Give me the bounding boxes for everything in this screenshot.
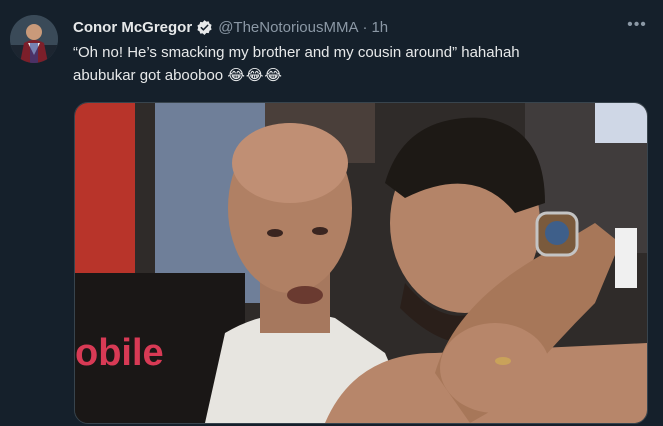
tweet-text-line-2: abubukar got abooboo 😂😂😂 (73, 64, 643, 87)
tweet-text-line-1: “Oh no! He’s smacking my brother and my … (73, 44, 520, 61)
verified-badge-icon (196, 19, 213, 36)
tweet-media-photo[interactable]: obile (74, 102, 648, 424)
banner-text: obile (75, 332, 164, 374)
tweet-text-line-2-text: abubukar got abooboo (73, 67, 224, 84)
tweet[interactable]: Conor McGregor @TheNotoriousMMA · 1h •••… (0, 0, 663, 426)
more-options-glyph: ••• (627, 16, 647, 33)
header-separator: · (362, 18, 368, 36)
laughing-emoji-group: 😂😂😂 (227, 67, 283, 84)
tweet-header: Conor McGregor @TheNotoriousMMA · 1h (73, 16, 388, 38)
author-display-name[interactable]: Conor McGregor (73, 19, 192, 36)
author-handle[interactable]: @TheNotoriousMMA (218, 19, 358, 36)
tweet-text: “Oh no! He’s smacking my brother and my … (73, 41, 643, 87)
tweet-timestamp[interactable]: 1h (371, 19, 388, 36)
avatar[interactable] (10, 15, 58, 63)
more-options-icon[interactable]: ••• (624, 14, 650, 36)
